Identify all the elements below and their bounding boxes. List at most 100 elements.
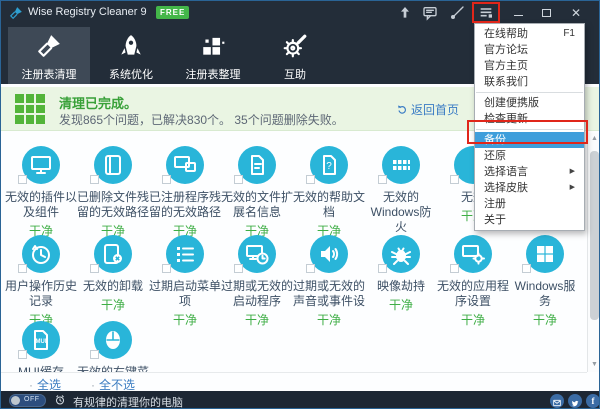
app-logo-icon	[9, 7, 22, 20]
menu-item-select-language[interactable]: 选择语言 ▶	[475, 164, 584, 180]
item-checkbox[interactable]	[234, 264, 243, 273]
menu-item-official-forum[interactable]: 官方论坛	[475, 42, 584, 58]
item-checkbox[interactable]	[450, 264, 459, 273]
feedback-icon[interactable]	[422, 5, 438, 21]
scan-item-windows-services[interactable]: Windows服务 干净	[509, 233, 581, 327]
item-checkbox[interactable]	[90, 264, 99, 273]
result-title: 清理已完成。	[59, 96, 138, 111]
close-icon[interactable]: ✕	[567, 4, 585, 22]
mui-file-icon	[22, 321, 60, 359]
schedule-toggle[interactable]: OFF	[9, 394, 46, 407]
item-checkbox[interactable]	[234, 175, 243, 184]
submenu-arrow-icon: ▶	[569, 184, 575, 191]
scan-item-help-docs[interactable]: 无效的帮助文档 干净	[293, 144, 365, 238]
item-checkbox[interactable]	[378, 264, 387, 273]
scan-item-invalid-uninstall[interactable]: 无效的卸载 干净	[77, 233, 149, 319]
item-checkbox[interactable]	[18, 350, 27, 359]
sound-speaker-icon	[310, 235, 348, 273]
menu-icon[interactable]	[478, 5, 494, 21]
tab-help[interactable]: 互助	[254, 27, 336, 84]
scan-item-sound-events[interactable]: 过期或无效的声音或事件设 干净	[293, 233, 365, 327]
twitter-icon[interactable]	[568, 394, 582, 408]
startmenu-list-icon	[166, 235, 204, 273]
titlebar: Wise Registry Cleaner 9 FREE ✕	[1, 1, 599, 25]
menu-item-about[interactable]: 关于	[475, 212, 584, 228]
rocket-icon	[118, 33, 144, 59]
minimize-icon[interactable]	[510, 4, 528, 22]
menu-item-backup[interactable]: 备份	[475, 132, 584, 148]
scroll-up-arrow[interactable]: ▲	[588, 133, 599, 145]
menu-item-check-updates[interactable]: 检查更新	[475, 111, 584, 127]
menu-item-online-help[interactable]: 在线帮助 F1	[475, 26, 584, 42]
app-dropdown-menu: 在线帮助 F1 官方论坛 官方主页 联系我们 创建便携版 检查更新 备份 还原 选…	[474, 23, 585, 231]
scan-item-windows-firewall[interactable]: 无效的Windows防火 干净	[365, 144, 437, 253]
document-icon	[238, 146, 276, 184]
scan-item-deleted-file-paths[interactable]: 已删除文件残留的无效路径 干净	[77, 144, 149, 238]
app-settings-icon	[454, 235, 492, 273]
email-icon[interactable]	[550, 394, 564, 408]
windows-icon	[526, 235, 564, 273]
scan-item-invalid-plugins[interactable]: 无效的插件以及组件 干净	[5, 144, 77, 238]
mouse-icon	[94, 321, 132, 359]
maximize-icon[interactable]	[538, 4, 556, 22]
menu-item-select-skin[interactable]: 选择皮肤 ▶	[475, 180, 584, 196]
scan-item-startup-programs[interactable]: 过期或无效的启动程序 干净	[221, 233, 293, 327]
keyboard-icon	[382, 146, 420, 184]
uninstall-book-icon	[94, 235, 132, 273]
item-checkbox[interactable]	[18, 264, 27, 273]
tab-registry-defrag[interactable]: 注册表整理	[172, 27, 254, 84]
blocks-icon	[200, 33, 226, 59]
app-window: Wise Registry Cleaner 9 FREE ✕ 注册表清理 系统优…	[0, 0, 600, 409]
facebook-icon[interactable]: f	[586, 394, 599, 408]
statusbar: OFF 有规律的清理你的电脑 f	[1, 391, 599, 409]
selection-links: · 全选 · 全不选	[1, 373, 587, 392]
menu-item-contact-us[interactable]: 联系我们	[475, 74, 584, 90]
item-checkbox[interactable]	[522, 264, 531, 273]
statusbar-message: 有规律的清理你的电脑	[73, 397, 183, 409]
menu-item-register[interactable]: 注册	[475, 196, 584, 212]
item-checkbox[interactable]	[162, 264, 171, 273]
upgrade-icon[interactable]	[397, 5, 413, 21]
tab-system-tuneup[interactable]: 系统优化	[90, 27, 172, 84]
item-checkbox[interactable]	[450, 175, 459, 184]
shortcut-label: F1	[563, 28, 575, 39]
item-checkbox[interactable]	[306, 264, 315, 273]
scan-item-registered-program-paths[interactable]: 已注册程序残留的无效路径 干净	[149, 144, 221, 238]
bug-icon	[382, 235, 420, 273]
completed-grid-icon	[15, 94, 45, 124]
scroll-down-arrow[interactable]: ▼	[588, 359, 599, 371]
menu-item-create-portable[interactable]: 创建便携版	[475, 95, 584, 111]
scan-item-mui-cache[interactable]: MUI缓存 干净	[5, 319, 77, 372]
history-clock-icon	[22, 235, 60, 273]
item-checkbox[interactable]	[90, 350, 99, 359]
screens-icon	[166, 146, 204, 184]
scrollbar-thumb[interactable]	[590, 151, 599, 320]
menu-item-restore[interactable]: 还原	[475, 148, 584, 164]
book-icon	[94, 146, 132, 184]
startup-monitor-icon	[238, 235, 276, 273]
item-checkbox[interactable]	[162, 175, 171, 184]
menu-item-official-homepage[interactable]: 官方主页	[475, 58, 584, 74]
item-checkbox[interactable]	[90, 175, 99, 184]
result-detail: 发现865个问题，已解决830个。 35个问题删除失败。	[59, 113, 344, 127]
tab-registry-cleaner[interactable]: 注册表清理	[8, 27, 90, 84]
item-checkbox[interactable]	[378, 175, 387, 184]
item-checkbox[interactable]	[18, 175, 27, 184]
alarm-clock-icon	[54, 394, 66, 406]
monitor-icon	[22, 146, 60, 184]
scan-item-context-menu[interactable]: 无效的右键菜单项	[77, 319, 149, 372]
free-badge: FREE	[156, 6, 190, 19]
submenu-arrow-icon: ▶	[569, 168, 575, 175]
brush-icon	[36, 33, 62, 59]
scan-item-app-settings[interactable]: 无效的应用程序设置 干净	[437, 233, 509, 327]
scan-item-start-menu[interactable]: 过期启动菜单项 干净	[149, 233, 221, 327]
scrollbar: ▲ ▼	[587, 133, 599, 372]
gear-wrench-icon	[282, 33, 308, 59]
item-checkbox[interactable]	[306, 175, 315, 184]
scan-item-user-history[interactable]: 用户操作历史记录 干净	[5, 233, 77, 327]
back-home-link[interactable]: 返回首页	[396, 101, 459, 118]
scan-item-image-hijack[interactable]: 映像劫持 干净	[365, 233, 437, 319]
scan-item-file-extensions[interactable]: 无效的文件扩展名信息 干净	[221, 144, 293, 238]
toggle-knob	[11, 396, 20, 405]
cleanup-icon[interactable]	[449, 5, 465, 21]
